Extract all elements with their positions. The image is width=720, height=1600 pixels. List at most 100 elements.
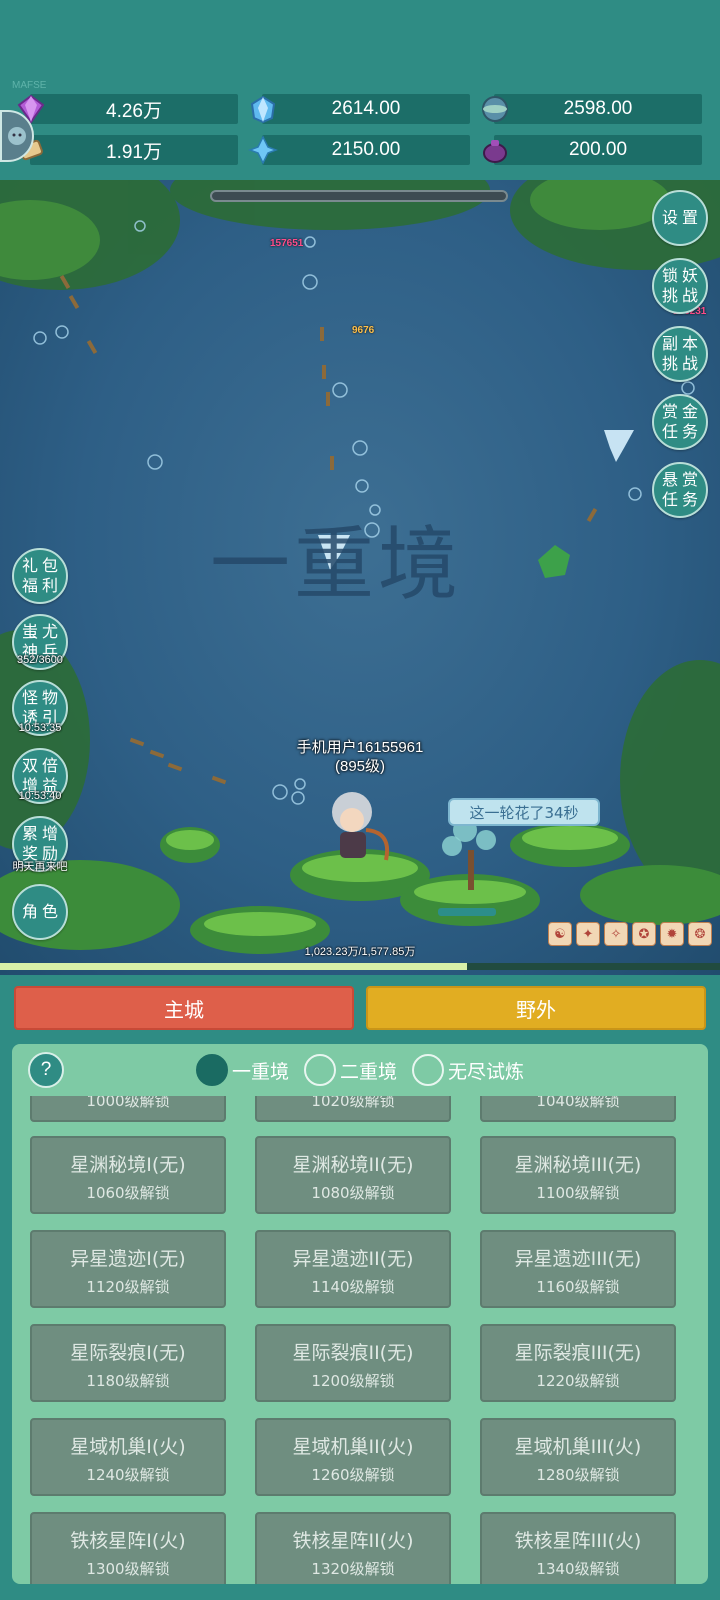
stage-name: 星际裂痕I(无) [70, 1342, 186, 1364]
stage-unlock-level: 1220级解锁 [536, 1372, 620, 1390]
map-select-panel: 主城 野外 ? 一重境 二重境 无尽试炼 1000级解锁 1020级解锁 104… [0, 975, 720, 1600]
monster-lure-timer: 10:53:35 [18, 722, 62, 734]
help-button[interactable]: ? [28, 1052, 64, 1088]
stage-unlock-level: 1260级解锁 [311, 1466, 395, 1484]
resource-value: 4.26万 [106, 100, 162, 122]
resource-pouch: 200.00 [483, 135, 702, 165]
mode-option-realm-2[interactable]: 二重境 [304, 1053, 397, 1087]
player-nameplate: 手机用户16155961 (895级) [260, 738, 460, 776]
purple-pouch-icon [476, 131, 514, 169]
stage-card[interactable]: 星际裂痕II(无) 1200级解锁 [255, 1324, 451, 1402]
stage-unlock-level: 1160级解锁 [536, 1278, 620, 1296]
stage-card[interactable]: 异星遗迹III(无) 1160级解锁 [480, 1230, 676, 1308]
stage-card[interactable]: 铁核星阵I(火) 1300级解锁 [30, 1512, 226, 1584]
radio-button[interactable] [412, 1054, 444, 1086]
mode-option-endless[interactable]: 无尽试炼 [412, 1053, 524, 1087]
stage-name: 星域机巢III(火) [514, 1436, 642, 1458]
blue-crystal-icon [244, 90, 282, 128]
player-character [332, 792, 389, 861]
mode-label: 无尽试炼 [448, 1060, 525, 1083]
stage-card[interactable]: 铁核星阵III(火) 1340级解锁 [480, 1512, 676, 1584]
settings-button[interactable]: 设置 [652, 190, 708, 246]
realm-watermark: 一重境 [210, 518, 462, 611]
mode-option-realm-1[interactable]: 一重境 [196, 1053, 289, 1087]
stage-name: 星渊秘境III(无) [514, 1154, 642, 1176]
resource-crystal: 2614.00 [250, 94, 470, 124]
stage-card[interactable]: 星际裂痕III(无) 1220级解锁 [480, 1324, 676, 1402]
stage-card-grid: 1000级解锁 1020级解锁 1040级解锁 星渊秘境I(无) 1060级解锁… [12, 1096, 708, 1584]
ice-shard-icon [244, 131, 282, 169]
stage-unlock-level: 1340级解锁 [536, 1560, 620, 1578]
stage-unlock-level: 1120级解锁 [86, 1278, 170, 1296]
gift-pack-button[interactable]: 礼包福利 [12, 548, 68, 604]
mode-label: 一重境 [232, 1060, 290, 1083]
resource-value: 200.00 [568, 139, 628, 160]
stage-unlock-level: 1080级解锁 [311, 1184, 395, 1202]
experience-text: 1,023.23万/1,577.85万 [304, 946, 416, 958]
resource-gems: 4.26万 [17, 94, 238, 124]
stage-card[interactable]: 铁核星阵II(火) 1320级解锁 [255, 1512, 451, 1584]
tab-main-city[interactable]: 主城 [14, 986, 354, 1030]
damage-number: 9676 [352, 325, 375, 336]
stage-card[interactable]: 星渊秘境I(无) 1060级解锁 [30, 1136, 226, 1214]
stage-card[interactable]: 1020级解锁 [255, 1096, 451, 1122]
stage-unlock-level: 1140级解锁 [311, 1278, 395, 1296]
experience-bar-fill [0, 963, 467, 970]
buff-icon[interactable]: ✹ [660, 922, 684, 946]
stage-card[interactable]: 1040级解锁 [480, 1096, 676, 1122]
stage-unlock-level: 1200级解锁 [311, 1372, 395, 1390]
radio-button[interactable] [196, 1054, 228, 1086]
buff-icon[interactable]: ☯ [548, 922, 572, 946]
game-scene: 157651 9676 166231 一重境 设置 锁妖挑战 副本挑战 赏金任务… [0, 180, 720, 975]
stage-card[interactable]: 星域机巢II(火) 1260级解锁 [255, 1418, 451, 1496]
dungeon-challenge-button[interactable]: 副本挑战 [652, 326, 708, 382]
stage-unlock-level: 1240级解锁 [86, 1466, 170, 1484]
stage-unlock-level: 1040级解锁 [536, 1096, 620, 1110]
stage-name: 星际裂痕II(无) [292, 1342, 414, 1364]
player-level: (895级) [334, 758, 386, 775]
character-button[interactable]: 角色 [12, 884, 68, 940]
tab-wilderness[interactable]: 野外 [366, 986, 706, 1030]
stage-card-panel: ? 一重境 二重境 无尽试炼 1000级解锁 1020级解锁 1040级解锁 星… [12, 1044, 708, 1584]
stage-name: 星渊秘境I(无) [70, 1154, 186, 1176]
player-avatar-icon [8, 127, 26, 145]
stage-card[interactable]: 星渊秘境III(无) 1100级解锁 [480, 1136, 676, 1214]
stage-card[interactable]: 1000级解锁 [30, 1096, 226, 1122]
stage-progress-bar [210, 190, 508, 202]
stage-card[interactable]: 异星遗迹II(无) 1140级解锁 [255, 1230, 451, 1308]
resource-orb: 2598.00 [482, 94, 702, 124]
bounty-quest-button[interactable]: 悬赏任务 [652, 462, 708, 518]
stage-name: 星域机巢II(火) [292, 1436, 414, 1458]
resource-value: 2150.00 [331, 139, 401, 160]
resource-panel: MAFSE 4.26万 2614.00 2598.00 1.91万 2150.0… [0, 0, 720, 180]
stage-name: 铁核星阵III(火) [514, 1530, 642, 1552]
radio-button[interactable] [304, 1054, 336, 1086]
buff-icon[interactable]: ❂ [688, 922, 712, 946]
buff-icon[interactable]: ✧ [604, 922, 628, 946]
stage-name: 星际裂痕III(无) [514, 1342, 642, 1364]
stage-unlock-level: 1100级解锁 [536, 1184, 620, 1202]
demon-lock-challenge-button[interactable]: 锁妖挑战 [652, 258, 708, 314]
globe-orb-icon [476, 90, 514, 128]
gold-quest-button[interactable]: 赏金任务 [652, 394, 708, 450]
stage-unlock-level: 1000级解锁 [86, 1096, 170, 1110]
stage-name: 星渊秘境II(无) [292, 1154, 414, 1176]
stage-unlock-level: 1300级解锁 [86, 1560, 170, 1578]
resource-value: 2598.00 [563, 98, 633, 119]
resource-ice: 2150.00 [248, 135, 470, 165]
stage-name: 铁核星阵II(火) [292, 1530, 414, 1552]
stage-card[interactable]: 星际裂痕I(无) 1180级解锁 [30, 1324, 226, 1402]
stage-unlock-level: 1180级解锁 [86, 1372, 170, 1390]
stage-card[interactable]: 异星遗迹I(无) 1120级解锁 [30, 1230, 226, 1308]
stage-unlock-level: 1280级解锁 [536, 1466, 620, 1484]
stage-card[interactable]: 星渊秘境II(无) 1080级解锁 [255, 1136, 451, 1214]
stage-unlock-level: 1320级解锁 [311, 1560, 395, 1578]
stage-card[interactable]: 星域机巢I(火) 1240级解锁 [30, 1418, 226, 1496]
chiyou-weapon-progress: 352/3600 [17, 654, 63, 666]
cumulative-reward-status: 明天再来吧 [12, 861, 68, 873]
stage-name: 异星遗迹II(无) [292, 1248, 414, 1270]
stage-card[interactable]: 星域机巢III(火) 1280级解锁 [480, 1418, 676, 1496]
buff-icon[interactable]: ✦ [576, 922, 600, 946]
buff-icon[interactable]: ✪ [632, 922, 656, 946]
double-buff-timer: 10:53:40 [18, 790, 62, 802]
